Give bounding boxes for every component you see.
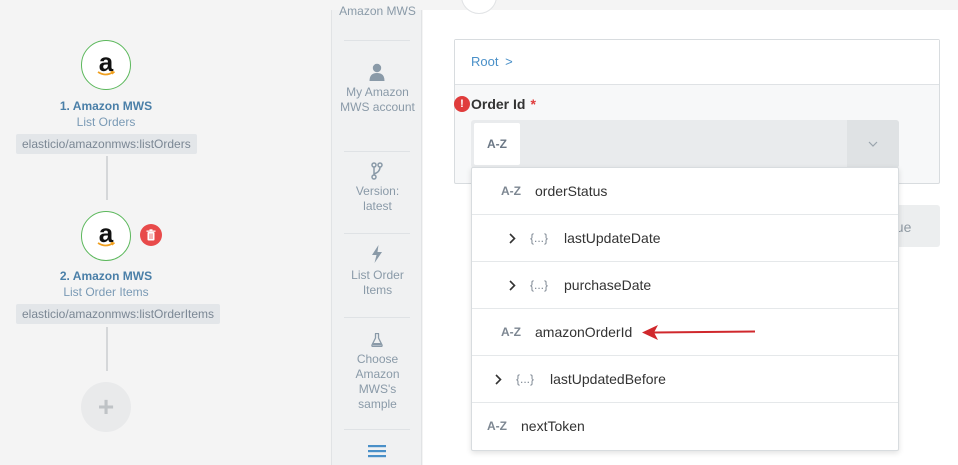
user-icon [368, 63, 386, 81]
chevron-right-icon[interactable] [509, 280, 516, 291]
list-item[interactable]: A-Z orderStatus [472, 168, 898, 215]
branch-icon [368, 162, 386, 180]
steps-sidebar: Amazon MWS My Amazon MWS account Version… [331, 4, 422, 465]
breadcrumb[interactable]: Root > [471, 54, 513, 69]
node-1-tag: elasticio/amazonmws:listOrders [16, 134, 197, 154]
node-1-title[interactable]: 1. Amazon MWS [0, 99, 212, 113]
chevron-right-icon[interactable] [495, 374, 502, 385]
amazon-smile-icon [97, 71, 115, 76]
breadcrumb-root[interactable]: Root [471, 54, 498, 69]
type-object-badge: {...} [516, 372, 535, 386]
step-app-name[interactable]: Amazon MWS [332, 4, 423, 19]
type-object-badge: {...} [530, 231, 549, 245]
breadcrumb-separator: > [505, 54, 513, 69]
flow-canvas: a 1. Amazon MWS List Orders elasticio/am… [0, 0, 221, 465]
step-sample[interactable]: Choose Amazon MWS's sample [344, 352, 411, 412]
step-credentials[interactable]: My Amazon MWS account [340, 85, 415, 115]
required-marker: * [530, 96, 536, 112]
field-suggestions-dropdown: A-Z orderStatus {...} lastUpdateDate {..… [471, 167, 899, 451]
flask-icon [368, 331, 386, 349]
delete-node-button[interactable] [140, 224, 162, 246]
list-item-label: lastUpdatedBefore [550, 371, 666, 387]
annotation-arrow-icon [642, 325, 756, 340]
node-2-subtitle: List Order Items [63, 285, 149, 299]
step-action[interactable]: List Order Items [342, 268, 413, 298]
node-1-subtitle: List Orders [76, 115, 136, 129]
node-2-title[interactable]: 2. Amazon MWS [0, 269, 212, 283]
menu-icon[interactable] [368, 442, 386, 460]
list-item-label: amazonOrderId [535, 324, 633, 340]
list-item[interactable]: {...} lastUpdatedBefore [472, 356, 898, 403]
flow-connector [106, 327, 108, 371]
list-item-label: purchaseDate [564, 277, 652, 293]
node-1-amazon-logo-icon[interactable]: a [81, 40, 131, 90]
type-string-badge: A-Z [501, 325, 521, 339]
chevron-down-icon [868, 141, 878, 147]
trash-icon [146, 229, 156, 241]
list-item-label: nextToken [521, 418, 585, 434]
list-item-label: orderStatus [535, 183, 608, 199]
field-label-text: Order Id [471, 96, 526, 112]
list-item-label: lastUpdateDate [564, 230, 661, 246]
error-icon: ! [454, 96, 470, 112]
divider [344, 151, 410, 152]
divider [344, 429, 410, 430]
type-string-badge: A-Z [487, 419, 507, 433]
node-2-tag: elasticio/amazonmws:listOrderItems [16, 304, 221, 324]
flow-connector [106, 156, 108, 200]
node-2-amazon-logo-icon[interactable]: a [81, 211, 131, 261]
type-string-badge: A-Z [474, 123, 520, 165]
breadcrumb-bar: Root > [455, 40, 939, 85]
order-id-label: Order Id * [471, 96, 536, 112]
amazon-smile-icon [97, 242, 115, 247]
list-item[interactable]: {...} lastUpdateDate [472, 215, 898, 262]
plus-icon: + [97, 391, 115, 422]
divider [344, 233, 410, 234]
divider [344, 40, 410, 41]
type-string-badge: A-Z [501, 184, 521, 198]
add-step-button[interactable]: + [81, 382, 131, 432]
chevron-right-icon[interactable] [509, 233, 516, 244]
step-version[interactable]: Version: latest [342, 184, 413, 214]
list-item[interactable]: A-Z nextToken [472, 403, 898, 450]
dropdown-toggle-button[interactable] [847, 120, 899, 168]
field-mapper: Root > Order Id * A-Z [454, 39, 940, 184]
lightning-icon [368, 245, 386, 263]
divider [344, 317, 410, 318]
list-item[interactable]: {...} purchaseDate [472, 262, 898, 309]
type-object-badge: {...} [530, 278, 549, 292]
order-id-input[interactable]: A-Z [471, 120, 899, 168]
